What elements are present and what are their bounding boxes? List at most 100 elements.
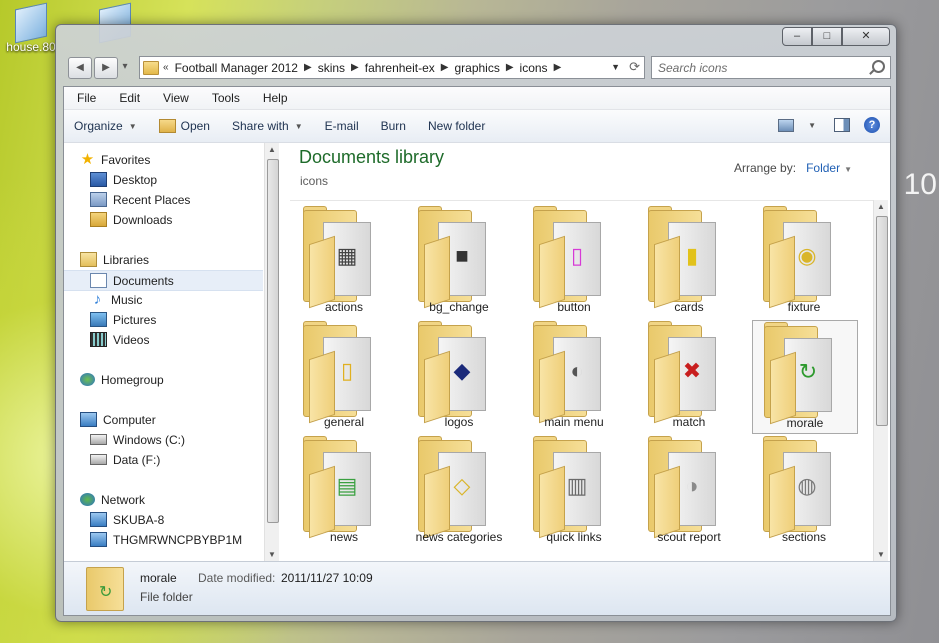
folder-item[interactable]: ▯ button	[522, 205, 626, 317]
folder-item[interactable]: ↻ morale	[752, 320, 858, 434]
folder-preview-glyph: ◍	[797, 473, 817, 498]
search-box[interactable]: Search icons	[651, 56, 891, 79]
recent-pages-button[interactable]: ▾	[119, 57, 131, 77]
refresh-icon[interactable]: ⟳	[629, 59, 640, 75]
nav-downloads[interactable]: Downloads	[64, 210, 263, 229]
share-with-button[interactable]: Share with ▼	[232, 119, 303, 133]
folder-label: quick links	[546, 530, 602, 544]
nav-label: Pictures	[113, 312, 157, 327]
nav-windows-c[interactable]: Windows (C:)	[64, 430, 263, 449]
folder-label: bg_change	[429, 300, 489, 314]
nav-data-f[interactable]: Data (F:)	[64, 450, 263, 469]
nav-recent-places[interactable]: Recent Places	[64, 190, 263, 209]
nav-label: Homegroup	[101, 372, 164, 387]
folder-label: news	[329, 530, 358, 544]
folder-item[interactable]: ◍ sections	[752, 435, 856, 547]
nav-network[interactable]: Network	[80, 490, 260, 509]
chevron-right-icon[interactable]: ▶	[304, 62, 312, 73]
search-icon[interactable]	[872, 60, 885, 73]
chevron-right-icon[interactable]: ▶	[554, 62, 562, 73]
nav-thgmrwncpbybp1m[interactable]: THGMRWNCPBYBP1M	[64, 530, 263, 549]
close-button[interactable]: ✕	[842, 27, 890, 46]
menu-file[interactable]: File	[72, 91, 101, 105]
arrange-by-dropdown[interactable]: Folder	[806, 161, 840, 175]
minimize-button[interactable]: ‒	[782, 27, 812, 46]
chevron-right-icon[interactable]: ▶	[351, 62, 359, 73]
burn-button[interactable]: Burn	[381, 119, 406, 133]
folder-label: match	[672, 415, 706, 429]
nav-label: Documents	[113, 273, 174, 288]
content-scrollbar[interactable]: ▲ ▼	[873, 200, 888, 561]
nav-favorites[interactable]: ★ Favorites	[80, 150, 260, 169]
scroll-up-icon[interactable]: ▲	[877, 202, 885, 211]
chevron-down-icon[interactable]: ▼	[844, 165, 852, 174]
email-button[interactable]: E-mail	[325, 119, 359, 133]
nav-desktop[interactable]: Desktop	[64, 170, 263, 189]
search-placeholder[interactable]: Search icons	[658, 61, 727, 75]
help-icon[interactable]: ?	[864, 117, 880, 133]
menu-help[interactable]: Help	[258, 91, 293, 105]
nav-skuba-8[interactable]: SKUBA-8	[64, 510, 263, 529]
folder-item[interactable]: ▦ actions	[292, 205, 396, 317]
folder-item[interactable]: ◇ news categories	[407, 435, 511, 547]
folder-icon: ▯	[303, 321, 371, 424]
folder-item[interactable]: ✖ match	[637, 320, 741, 432]
nav-pictures[interactable]: Pictures	[64, 310, 263, 329]
breadcrumb-item[interactable]: icons	[520, 61, 548, 75]
nav-music[interactable]: ♪ Music	[64, 290, 263, 309]
folder-item[interactable]: ▮ cards	[637, 205, 741, 317]
chevron-right-icon[interactable]: ▶	[506, 62, 514, 73]
folder-item[interactable]: ▤ news	[292, 435, 396, 547]
music-icon: ♪	[93, 291, 102, 308]
folder-preview-glyph: ◉	[797, 243, 817, 268]
address-bar[interactable]: « Football Manager 2012 ▶ skins ▶ fahren…	[139, 56, 645, 79]
folder-item[interactable]: ◆ logos	[407, 320, 511, 432]
breadcrumb-overflow[interactable]: «	[163, 62, 169, 73]
organize-button[interactable]: Organize ▼	[74, 119, 137, 133]
menu-edit[interactable]: Edit	[114, 91, 145, 105]
folder-item[interactable]: ◐ main menu	[522, 320, 626, 432]
nav-label: Libraries	[103, 252, 150, 267]
change-view-icon[interactable]	[778, 118, 795, 132]
open-button[interactable]: Open	[158, 119, 210, 133]
chevron-down-icon: ▼	[128, 121, 137, 131]
scroll-up-icon[interactable]: ▲	[268, 145, 276, 154]
forward-button[interactable]: ▶	[94, 57, 118, 79]
scrollbar-thumb[interactable]	[876, 216, 888, 426]
folder-item[interactable]: ◉ fixture	[752, 205, 856, 317]
folder-label: cards	[674, 300, 704, 314]
preview-pane-icon[interactable]	[834, 118, 850, 132]
breadcrumb-item[interactable]: skins	[318, 61, 345, 75]
navigation-pane-scrollbar[interactable]: ▲ ▼	[264, 143, 279, 561]
nav-computer[interactable]: Computer	[80, 410, 260, 429]
folder-item[interactable]: ▥ quick links	[522, 435, 626, 547]
scroll-down-icon[interactable]: ▼	[268, 550, 276, 559]
folder-front	[424, 235, 450, 309]
nav-videos[interactable]: Videos	[64, 330, 263, 349]
nav-label: Recent Places	[113, 192, 191, 207]
address-dropdown-icon[interactable]: ▼	[611, 62, 620, 72]
explorer-client-area: File Edit View Tools Help Organize ▼ Open…	[63, 86, 891, 616]
arrange-by: Arrange by: Folder ▼	[734, 161, 852, 175]
nav-documents[interactable]: Documents	[64, 270, 263, 291]
folder-item[interactable]: ◑ scout report	[637, 435, 741, 547]
folder-item[interactable]: ▯ general	[292, 320, 396, 432]
nav-label: SKUBA-8	[113, 512, 165, 527]
chevron-down-icon[interactable]: ▼	[808, 121, 816, 130]
breadcrumb-item[interactable]: Football Manager 2012	[175, 61, 298, 75]
menu-tools[interactable]: Tools	[207, 91, 245, 105]
breadcrumb-item[interactable]: graphics	[454, 61, 499, 75]
scrollbar-thumb[interactable]	[267, 159, 279, 523]
breadcrumb-item[interactable]: fahrenheit-ex	[365, 61, 435, 75]
back-button[interactable]: ◀	[68, 57, 92, 79]
folder-item[interactable]: ■ bg_change	[407, 205, 511, 317]
new-folder-button[interactable]: New folder	[428, 119, 485, 133]
folder-front	[539, 235, 565, 309]
maximize-button[interactable]: □	[812, 27, 842, 46]
nav-label: Videos	[113, 332, 150, 347]
nav-libraries[interactable]: Libraries	[80, 250, 260, 269]
nav-homegroup[interactable]: Homegroup	[80, 370, 260, 389]
scroll-down-icon[interactable]: ▼	[877, 550, 885, 559]
menu-view[interactable]: View	[158, 91, 194, 105]
chevron-right-icon[interactable]: ▶	[441, 62, 449, 73]
